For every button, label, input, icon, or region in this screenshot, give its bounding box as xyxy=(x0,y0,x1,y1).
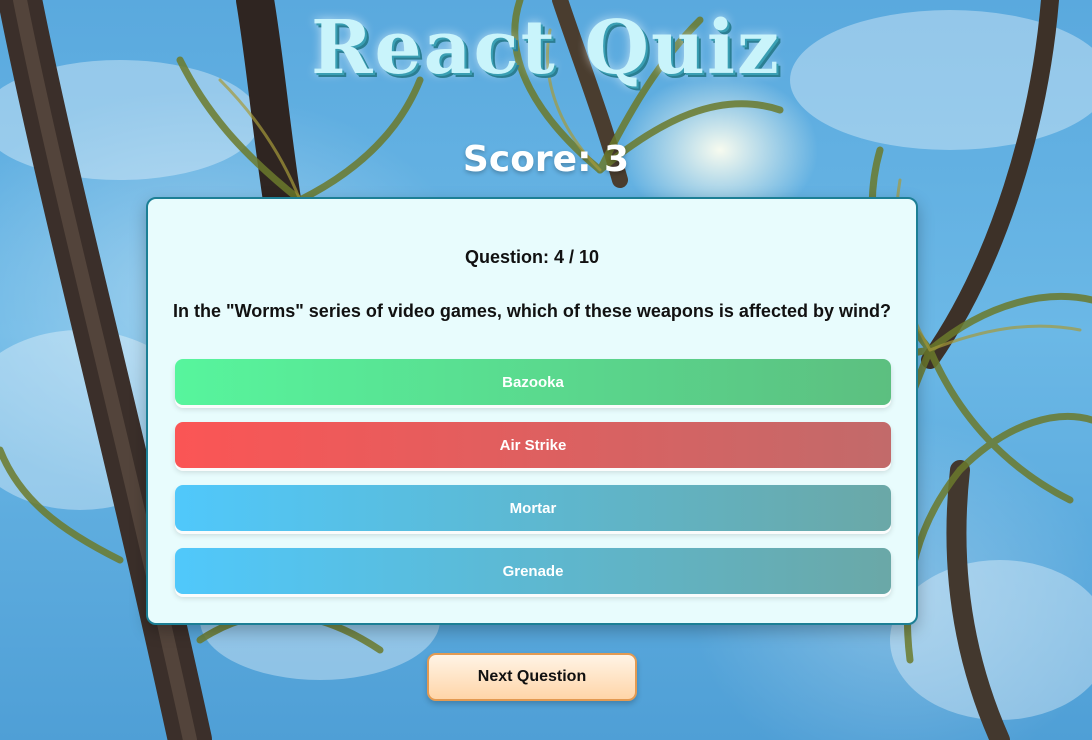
app-title: React Quiz xyxy=(311,5,781,91)
answer-list: Bazooka Air Strike Mortar Grenade xyxy=(175,359,891,611)
score-display: Score: 3 xyxy=(462,139,630,180)
answer-button[interactable]: Grenade xyxy=(175,548,891,594)
question-text: In the "Worms" series of video games, wh… xyxy=(173,301,891,321)
question-counter: Question: 4 / 10 xyxy=(464,247,600,267)
answer-button[interactable]: Air Strike xyxy=(175,422,891,468)
answer-button[interactable]: Bazooka xyxy=(175,359,891,405)
answer-button[interactable]: Mortar xyxy=(175,485,891,531)
question-card: Question: 4 / 10 In the "Worms" series o… xyxy=(146,197,918,625)
quiz-app: React Quiz Score: 3 Question: 4 / 10 In … xyxy=(0,0,1092,740)
next-question-button[interactable]: Next Question xyxy=(427,653,637,701)
